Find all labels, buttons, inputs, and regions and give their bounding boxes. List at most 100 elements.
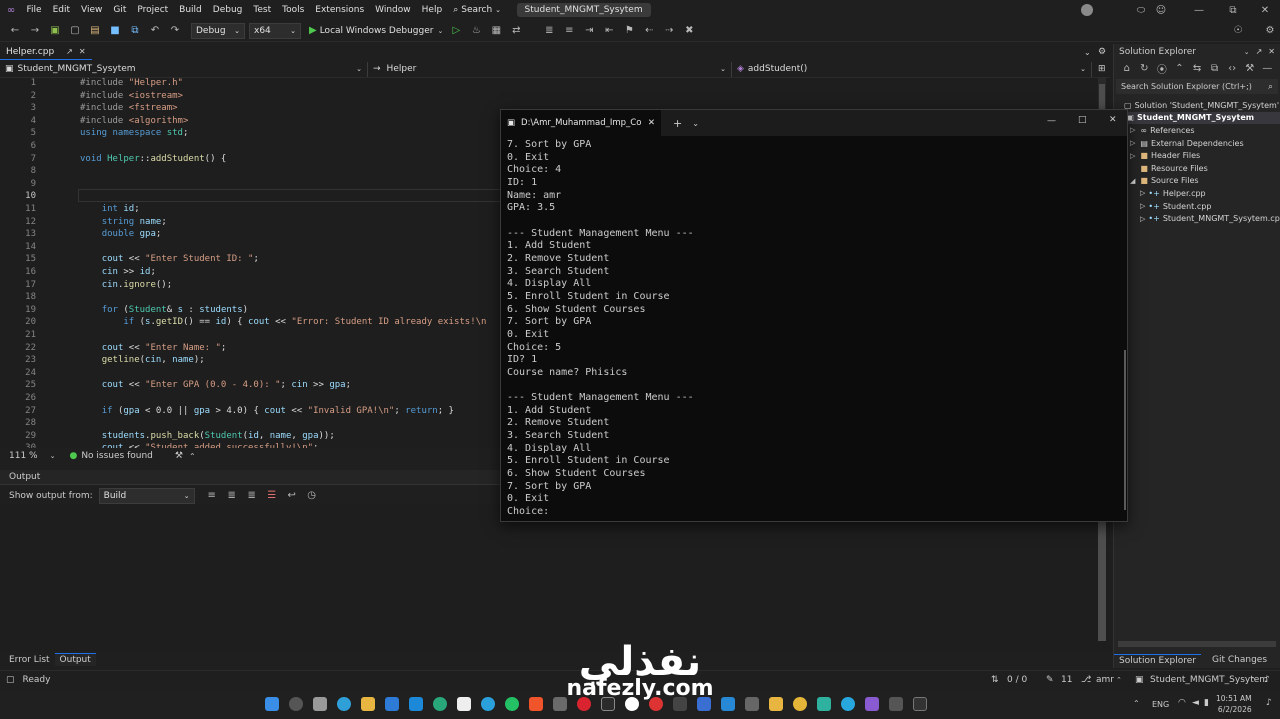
store-icon[interactable] <box>385 697 399 711</box>
outdent-icon[interactable]: ⇤ <box>602 24 616 38</box>
new-tab-icon[interactable]: + <box>673 117 682 130</box>
tree-project[interactable]: ◢▣Student_MNGMT_Sysytem <box>1118 111 1280 125</box>
chevron-down-icon[interactable]: ⌄ <box>50 452 56 460</box>
save-icon[interactable]: ■ <box>108 24 122 38</box>
menu-git[interactable]: Git <box>108 5 132 15</box>
tree-references[interactable]: ▷ ∞ References <box>1118 124 1280 137</box>
console-output[interactable]: 7. Sort by GPA 0. Exit Choice: 4 ID: 1 Name:… <box>501 136 1127 522</box>
code-line[interactable]: cout << "Enter GPA (0.0 - 4.0): "; cin >… <box>80 380 351 390</box>
zoom-level[interactable]: 111 % <box>9 451 38 461</box>
volume-icon[interactable]: ◄ <box>1192 698 1199 708</box>
toggle-icon[interactable]: ⇄ <box>509 24 523 38</box>
tree-file-helper[interactable]: ▷ •+ Helper.cpp <box>1118 187 1280 200</box>
undo-icon[interactable]: ↶ <box>148 24 162 38</box>
word-wrap-icon[interactable]: ↩ <box>285 489 299 503</box>
code-line[interactable]: #include <fstream> <box>80 103 178 113</box>
tree-file-student[interactable]: ▷ •+ Student.cpp <box>1118 200 1280 213</box>
menu-test[interactable]: Test <box>248 5 277 15</box>
code-line[interactable]: cout << "Enter Student ID: "; <box>80 254 259 264</box>
pin-icon[interactable]: ↗ <box>66 47 73 56</box>
code-line[interactable]: int id; <box>80 204 140 214</box>
whatsapp-icon[interactable] <box>505 697 519 711</box>
code-line[interactable]: if (s.getID() == id) { cout << "Error: S… <box>80 317 486 327</box>
notifications-icon[interactable]: ♪ <box>1264 675 1270 685</box>
menu-extensions[interactable]: Extensions <box>310 5 370 15</box>
prev-bookmark-icon[interactable]: ⇠ <box>642 24 656 38</box>
start-without-debugging-icon[interactable]: ▷ <box>449 24 463 38</box>
code-line[interactable]: #include "Helper.h" <box>80 78 183 88</box>
menu-debug[interactable]: Debug <box>207 5 248 15</box>
terminal-icon[interactable] <box>913 697 927 711</box>
menu-window[interactable]: Window <box>370 5 417 15</box>
bookmark-icon[interactable]: ⚑ <box>622 24 636 38</box>
preview-icon[interactable]: — <box>1262 61 1274 75</box>
platform-dropdown[interactable]: x64 ⌄ <box>249 22 301 39</box>
code-line[interactable]: double gpa; <box>80 229 162 239</box>
minimize-icon[interactable]: — <box>1047 116 1056 126</box>
comment-icon[interactable]: ≡ <box>562 24 576 38</box>
app-icon[interactable] <box>745 697 759 711</box>
menu-build[interactable]: Build <box>174 5 208 15</box>
code-line[interactable]: for (Student& s : students) <box>80 305 248 315</box>
config-dropdown[interactable]: Debug ⌄ <box>191 22 245 39</box>
open-icon[interactable]: ▤ <box>88 24 102 38</box>
search-menu[interactable]: ⌕ Search ⌄ <box>448 5 507 15</box>
next-bookmark-icon[interactable]: ⇢ <box>662 24 676 38</box>
brave-icon[interactable] <box>529 697 543 711</box>
console-window[interactable]: ▣ D:\Amr_Muhammad_Imp_Coc ✕ + ⌄ — □ ✕ 7.… <box>500 109 1128 522</box>
menu-help[interactable]: Help <box>416 5 448 15</box>
code-line[interactable]: using namespace std; <box>80 128 188 138</box>
output-scrollbar[interactable] <box>1098 521 1106 641</box>
restore-icon[interactable]: ⧉ <box>1226 3 1240 17</box>
status-branch[interactable]: amr <box>1096 675 1114 685</box>
menu-project[interactable]: Project <box>132 5 174 15</box>
clear-all-icon[interactable]: ☰ <box>265 489 279 503</box>
output-text-area[interactable] <box>0 505 1110 651</box>
new-item-icon[interactable]: ▢ <box>68 24 82 38</box>
solution-explorer-search[interactable]: Search Solution Explorer (Ctrl+;) ⌕ <box>1116 79 1278 94</box>
browse-icon[interactable]: ▦ <box>489 24 503 38</box>
tab-git-changes[interactable]: Git Changes <box>1207 654 1272 666</box>
close-icon[interactable]: ✕ <box>1268 47 1275 56</box>
code-line[interactable]: cin >> id; <box>80 267 156 277</box>
spell-icon[interactable]: ≣ <box>542 24 556 38</box>
code-view-icon[interactable]: ‹› <box>1226 61 1238 75</box>
code-line[interactable]: string name; <box>80 217 167 227</box>
indent-icon[interactable]: ⇥ <box>582 24 596 38</box>
solution-explorer-hscroll[interactable] <box>1118 641 1276 647</box>
next-message-icon[interactable]: ≣ <box>245 489 259 503</box>
edge-dev-icon[interactable] <box>433 697 447 711</box>
app-icon[interactable] <box>889 697 903 711</box>
code-line[interactable]: if (gpa < 0.0 || gpa > 4.0) { cout << "I… <box>80 406 454 416</box>
code-line[interactable]: getline(cin, name); <box>80 355 205 365</box>
back-icon[interactable]: ← <box>8 24 22 38</box>
close-icon[interactable]: ✕ <box>1258 3 1272 17</box>
project-scope-dropdown[interactable]: ▣ Student_MNGMT_Sysytem ⌄ <box>0 61 368 77</box>
nav-up-icon[interactable]: ⌃ <box>189 452 196 461</box>
tab-solution-explorer[interactable]: Solution Explorer <box>1114 653 1201 667</box>
code-line[interactable]: #include <algorithm> <box>80 116 188 126</box>
member-scope-dropdown[interactable]: ◈ addStudent() ⌄ <box>732 61 1092 77</box>
close-icon[interactable]: ✕ <box>1109 115 1117 125</box>
feedback-icon[interactable]: ☺ <box>1154 3 1168 17</box>
code-line[interactable]: #include <iostream> <box>80 91 183 101</box>
clock[interactable]: 10:51 AM 6/2/2026 <box>1216 693 1252 715</box>
pending-changes-icon[interactable]: ⦿ <box>1156 61 1168 76</box>
code-line[interactable]: void Helper::addStudent() { <box>80 154 226 164</box>
tree-solution[interactable]: ▢ Solution 'Student_MNGMT_Sysytem' (1 <box>1118 99 1280 112</box>
minimize-icon[interactable]: — <box>1192 3 1206 17</box>
folder-icon[interactable] <box>769 697 783 711</box>
account-avatar[interactable] <box>1081 4 1093 16</box>
settings-icon[interactable]: ⚙ <box>1098 47 1106 57</box>
maximize-icon[interactable]: □ <box>1078 115 1087 125</box>
tree-file-main[interactable]: ▷ •+ Student_MNGMT_Sysytem.cp <box>1118 212 1280 225</box>
find-message-icon[interactable]: ≡ <box>205 489 219 503</box>
tree-external-dependencies[interactable]: ▷ ▤ External Dependencies <box>1118 137 1280 150</box>
hot-reload-icon[interactable]: ♨ <box>469 24 483 38</box>
settings-icon[interactable]: ⚙ <box>1263 24 1277 38</box>
redo-icon[interactable]: ↷ <box>168 24 182 38</box>
tab-output[interactable]: Output <box>54 653 96 666</box>
chevron-down-icon[interactable]: ⌄ <box>1244 48 1250 56</box>
search-input[interactable]: Search Solution Explorer (Ctrl+;) <box>1121 82 1252 91</box>
edge-icon[interactable] <box>337 697 351 711</box>
